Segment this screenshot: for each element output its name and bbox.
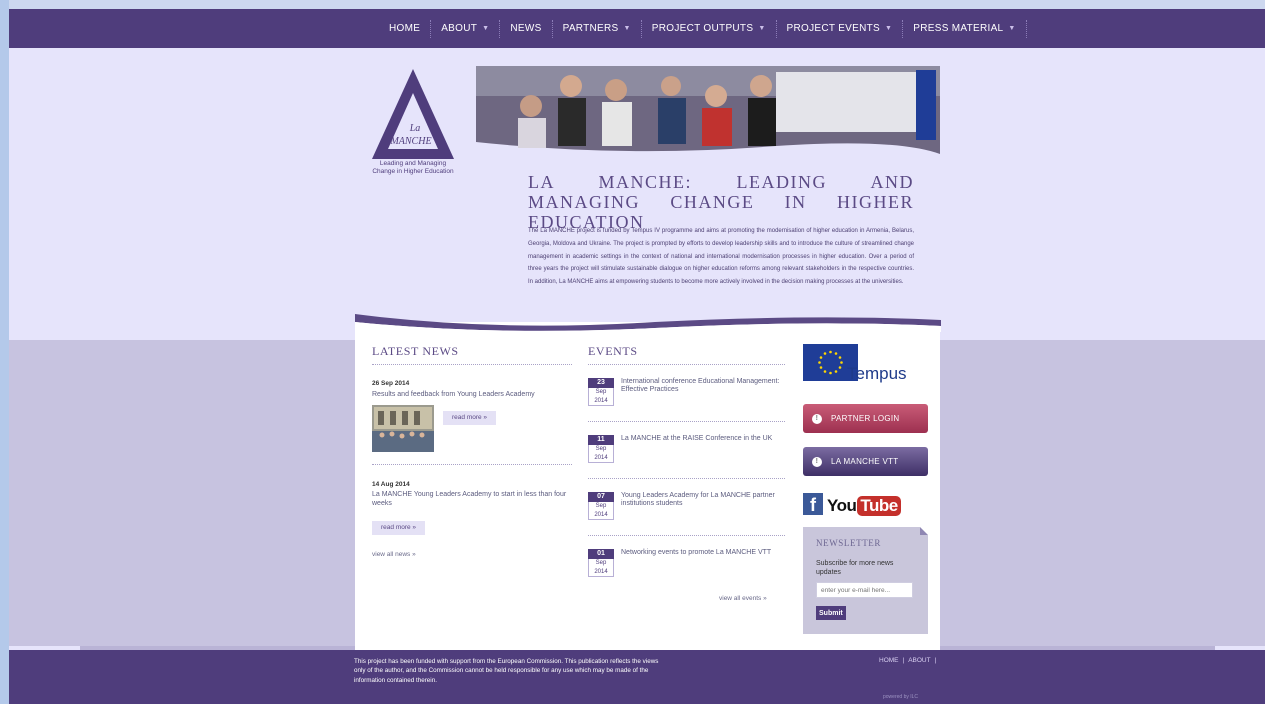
info-icon: ! [812, 413, 822, 424]
powered-by: powered by ILC [883, 694, 919, 700]
event-title-link[interactable]: La MANCHE at the RAISE Conference in the… [621, 435, 783, 443]
chevron-down-icon: ▼ [482, 25, 490, 32]
wave-divider [355, 314, 941, 332]
chevron-down-icon: ▼ [758, 25, 766, 32]
read-more-button[interactable]: read more » [443, 411, 497, 425]
triangle-logo-icon: La MANCHE [372, 69, 454, 159]
chevron-down-icon: ▼ [885, 25, 893, 32]
vtt-label: La MANCHE VTT [831, 457, 899, 466]
event-date-badge: 07 Sep 2014 [588, 492, 614, 520]
events-title: Events [588, 344, 638, 358]
facebook-icon[interactable]: f [803, 493, 823, 515]
news-date: 14 Aug 2014 [372, 481, 410, 488]
logo-mark-line1: La [409, 123, 421, 134]
news-title-link[interactable]: Results and feedback from Young Leaders … [372, 391, 572, 400]
event-month: Sep [588, 388, 614, 397]
news-date: 26 Sep 2014 [372, 380, 410, 387]
nav-item-partners[interactable]: Partners ▼ [553, 19, 642, 38]
event-day: 07 [588, 492, 614, 502]
event-month: Sep [588, 445, 614, 454]
logo-mark-line2: MANCHE [389, 136, 431, 147]
footer-link-about[interactable]: ABOUT [908, 657, 930, 664]
nav-item-label: Project Outputs [651, 23, 754, 34]
partner-login-button[interactable]: ! Partner Login [803, 404, 928, 433]
event-day: 01 [588, 549, 614, 559]
view-all-events-link[interactable]: view all events » [719, 595, 767, 602]
newsletter-description: Subscribe for more news updates [816, 560, 894, 576]
event-date-badge: 23 Sep 2014 [588, 378, 614, 406]
submit-button[interactable]: Submit [816, 606, 846, 620]
event-month: Sep [588, 559, 614, 568]
youtube-you-text: You [827, 496, 857, 515]
youtube-icon[interactable]: You Tube [827, 493, 901, 519]
nav-item-label: About [441, 23, 478, 34]
chevron-down-icon: ▼ [623, 25, 631, 32]
news-thumbnail-image[interactable] [372, 405, 434, 452]
divider [588, 535, 785, 536]
event-month: Sep [588, 502, 614, 511]
youtube-tube-text: Tube [857, 496, 901, 516]
event-year: 2014 [588, 397, 614, 406]
footer-link-home[interactable]: HOME [879, 657, 899, 664]
event-year: 2014 [588, 568, 614, 577]
nav-item-label: Press Material [913, 23, 1004, 34]
nav-item-home[interactable]: Home [379, 19, 432, 38]
divider [588, 478, 785, 479]
divider [372, 364, 572, 365]
info-icon: ! [812, 456, 822, 467]
footer-nav: HOME | ABOUT | [879, 657, 936, 664]
nav-item-project-events[interactable]: Project Events ▼ [777, 19, 904, 38]
nav-item-project-outputs[interactable]: Project Outputs ▼ [642, 19, 777, 38]
nav-list: Home About ▼ News Partners ▼ Project Outpu… [379, 9, 1027, 48]
nav-item-label: Home [389, 23, 421, 34]
footer-separator: | [934, 657, 937, 664]
nav-item-press-material[interactable]: Press Material ▼ [903, 19, 1027, 38]
event-date-badge: 01 Sep 2014 [588, 549, 614, 577]
event-day: 11 [588, 435, 614, 445]
newsletter-box: Newsletter Subscribe for more news updat… [803, 527, 928, 634]
partner-login-label: Partner Login [831, 414, 900, 423]
event-title-link[interactable]: International conference Educational Man… [621, 378, 783, 393]
email-field[interactable] [816, 582, 913, 598]
divider [372, 464, 572, 465]
page-title: La MANCHE: Leading and Managing Change i… [528, 172, 914, 232]
footer-separator: | [902, 657, 905, 664]
project-intro: The La MANCHE project is funded by Tempu… [528, 228, 914, 286]
logo-caption: Leading and Managing Change in Higher Ed… [372, 160, 454, 175]
nav-item-label: News [510, 23, 542, 34]
divider [588, 364, 785, 365]
nav-item-about[interactable]: About ▼ [431, 19, 501, 38]
chevron-down-icon: ▼ [1008, 25, 1016, 32]
tempus-logo[interactable]: Tempus [803, 343, 928, 385]
nav-item-label: Project Events [786, 23, 881, 34]
event-year: 2014 [588, 454, 614, 463]
nav-item-news[interactable]: News [500, 19, 553, 38]
event-title-link[interactable]: Young Leaders Academy for La MANCHE part… [621, 492, 783, 507]
event-year: 2014 [588, 511, 614, 520]
la-manche-vtt-button[interactable]: ! La MANCHE VTT [803, 447, 928, 476]
latest-news-title: Latest News [372, 344, 459, 358]
read-more-button[interactable]: read more » [372, 521, 426, 535]
event-title-link[interactable]: Networking events to promote La MANCHE V… [621, 549, 783, 557]
hero-banner-image [476, 66, 940, 161]
view-all-news-link[interactable]: view all news » [372, 551, 416, 558]
divider [588, 421, 785, 422]
newsletter-title: Newsletter [816, 538, 881, 548]
social-links: f You Tube [803, 493, 901, 519]
footer-disclaimer: This project has been funded with suppor… [354, 658, 659, 684]
nav-item-label: Partners [562, 23, 619, 34]
tempus-label: Tempus [847, 364, 907, 383]
event-date-badge: 11 Sep 2014 [588, 435, 614, 463]
corner-fold [920, 527, 928, 535]
main-navbar: Home About ▼ News Partners ▼ Project Outpu… [9, 9, 1265, 48]
news-title-link[interactable]: La MANCHE Young Leaders Academy to start… [372, 491, 572, 508]
event-day: 23 [588, 378, 614, 388]
top-strip [9, 0, 1265, 9]
